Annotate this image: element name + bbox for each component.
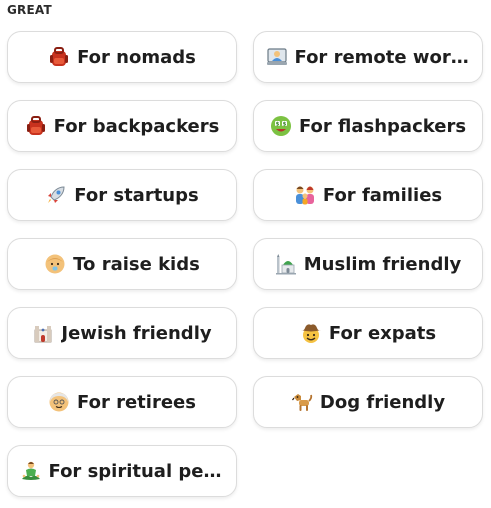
tag-for-backpackers[interactable]: For backpackers [7,100,237,152]
backpack-icon [25,115,47,137]
family-icon [294,184,316,206]
tag-label: For expats [328,322,437,344]
tag-label: For startups [74,184,199,206]
cowboy-icon [300,322,322,344]
baby-icon [44,253,66,275]
tag-for-nomads[interactable]: For nomads [7,31,237,83]
tag-jewish-friendly[interactable]: Jewish friendly [7,307,237,359]
tag-label: For backpackers [53,115,220,137]
tag-label: Dog friendly [319,391,446,413]
section-title: GREAT [7,3,52,17]
older-person-icon [48,391,70,413]
tag-label: For nomads [77,46,196,68]
tag-for-families[interactable]: For families [253,169,483,221]
svg-text:$: $ [276,121,280,127]
tag-for-remote-workers[interactable]: For remote work... [253,31,483,83]
money-face-icon: $ $ [270,115,292,137]
backpack-icon [48,46,70,68]
tag-for-startups[interactable]: For startups [7,169,237,221]
tag-for-retirees[interactable]: For retirees [7,376,237,428]
mosque-icon [275,253,297,275]
tag-label: For flashpackers [298,115,467,137]
tag-label: For retirees [77,391,196,413]
tag-dog-friendly[interactable]: Dog friendly [253,376,483,428]
tag-label: Jewish friendly [61,322,212,344]
tag-grid: For nomads For remote work... For backpa… [7,31,483,497]
synagogue-icon [32,322,54,344]
tag-to-raise-kids[interactable]: To raise kids [7,238,237,290]
dog-icon [291,391,313,413]
tag-label: For families [322,184,443,206]
tag-muslim-friendly[interactable]: Muslim friendly [253,238,483,290]
tag-for-expats[interactable]: For expats [253,307,483,359]
rocket-icon [45,184,67,206]
meditation-icon [20,460,42,482]
tag-label: For spiritual peo... [48,460,225,482]
tag-label: For remote work... [294,46,471,68]
laptop-worker-icon [266,46,288,68]
tag-label: Muslim friendly [303,253,462,275]
tag-for-spiritual-people[interactable]: For spiritual peo... [7,445,237,497]
svg-text:$: $ [283,121,287,127]
tag-label: To raise kids [73,253,200,275]
tag-for-flashpackers[interactable]: $ $ For flashpackers [253,100,483,152]
